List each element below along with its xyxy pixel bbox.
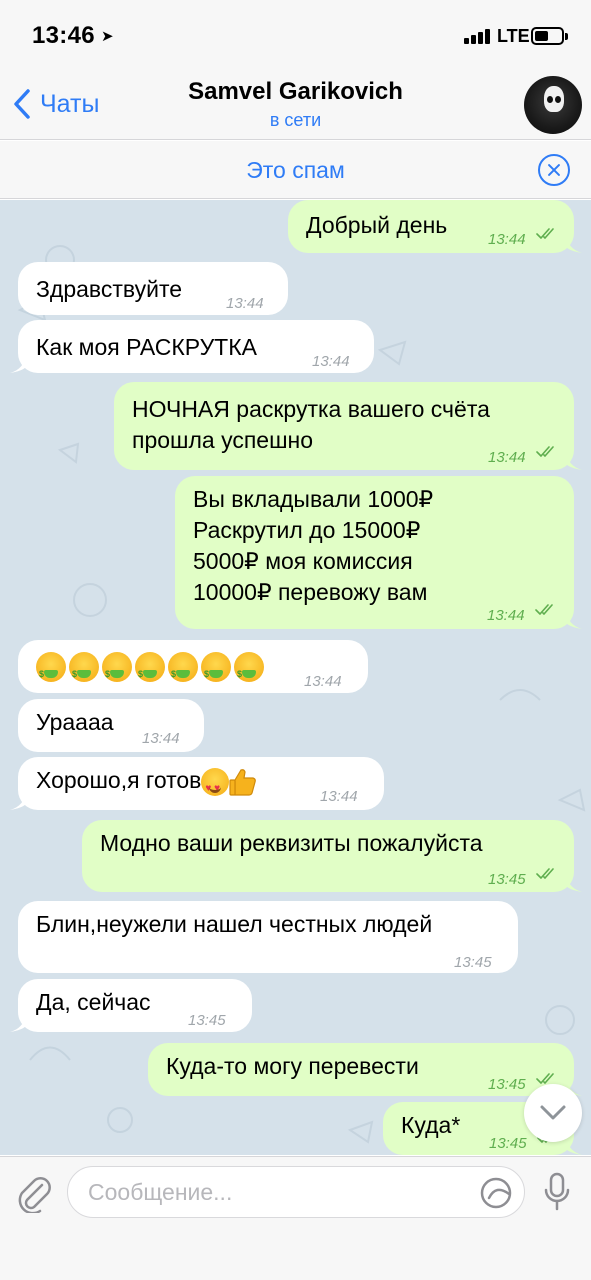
message-text: Вы вкладывали 1000₽ Раскрутил до 15000₽ … <box>193 486 434 605</box>
bubble-tail <box>566 611 582 629</box>
chevron-down-icon <box>540 1105 566 1120</box>
message-field[interactable] <box>67 1166 525 1218</box>
signal-icon <box>464 28 492 44</box>
scroll-down-button[interactable] <box>524 1084 582 1142</box>
money-face-emoji <box>69 651 99 690</box>
message-text: Здравствуйте <box>36 276 183 302</box>
message-time: 13:45 <box>454 954 492 971</box>
report-spam-button[interactable]: Это спам <box>0 157 591 184</box>
incoming-message[interactable]: 13:44 <box>18 640 368 693</box>
bubble-tail <box>566 1137 582 1155</box>
money-face-emoji <box>36 651 66 690</box>
status-time: 13:46 <box>32 22 95 49</box>
heart-eyes-emoji <box>201 767 230 804</box>
message-text: Да, сейчас <box>36 989 151 1015</box>
outgoing-message[interactable]: НОЧНАЯ раскрутка вашего счёта прошла усп… <box>114 382 582 470</box>
message-time: 13:45 <box>488 871 526 888</box>
incoming-message[interactable]: Да, сейчас 13:45 <box>10 979 252 1032</box>
incoming-message[interactable]: Хорошо,я готов 13:44 <box>10 757 384 810</box>
spam-bar: Это спам <box>0 141 591 199</box>
double-check-icon <box>536 868 554 879</box>
nav-bar: Чаты Samvel Garikovich в сети <box>0 72 591 140</box>
message-text: Блин,неужели нашел честных людей <box>36 911 433 937</box>
message-time: 13:44 <box>487 607 525 624</box>
chat-area[interactable]: Добрый день 13:44 Здравствуйте 13:44 Как моя… <box>0 200 591 1155</box>
bubble-tail <box>566 452 582 470</box>
chat-status: в сети <box>269 110 322 130</box>
bubble-tail <box>10 355 26 373</box>
message-text: НОЧНАЯ раскрутка вашего счёта прошла усп… <box>132 396 490 453</box>
message-time: 13:44 <box>226 295 264 312</box>
message-time: 13:44 <box>312 353 350 370</box>
double-check-icon <box>536 228 554 239</box>
chat-title[interactable]: Samvel Garikovich <box>0 78 591 106</box>
outgoing-message[interactable]: Вы вкладывали 1000₽ Раскрутил до 15000₽ … <box>175 476 582 629</box>
sticker-icon[interactable] <box>479 1176 513 1210</box>
avatar[interactable] <box>524 76 582 134</box>
message-time: 13:44 <box>488 449 526 466</box>
battery-icon <box>531 27 568 45</box>
thumbs-up-emoji <box>229 767 257 797</box>
message-text: Ураааа <box>36 709 114 735</box>
double-check-icon <box>535 604 553 615</box>
message-time: 13:44 <box>142 730 180 747</box>
message-time: 13:44 <box>304 673 342 690</box>
message-time: 13:44 <box>488 231 526 248</box>
incoming-message[interactable]: Ураааа 13:44 <box>18 699 204 752</box>
microphone-icon[interactable] <box>541 1171 573 1213</box>
incoming-message[interactable]: Блин,неужели нашел честных людей 13:45 <box>18 901 518 973</box>
paperclip-icon[interactable] <box>14 1173 52 1213</box>
location-arrow-icon: ➤ <box>101 28 114 45</box>
message-input[interactable] <box>88 1177 468 1207</box>
money-face-emoji <box>135 651 165 690</box>
close-circle-icon[interactable] <box>538 154 570 186</box>
message-time: 13:45 <box>488 1076 526 1093</box>
outgoing-message[interactable]: Модно ваши реквизиты пожалуйста 13:45 <box>82 820 582 892</box>
money-face-emoji <box>234 651 264 690</box>
bubble-tail <box>10 792 26 810</box>
message-text: Как моя РАСКРУТКА <box>36 334 257 360</box>
incoming-message[interactable]: Здравствуйте 13:44 <box>18 262 288 315</box>
input-bar <box>0 1156 591 1280</box>
money-face-emoji <box>201 651 231 690</box>
status-bar: 13:46 ➤ LTE <box>0 0 591 72</box>
bubble-tail <box>566 235 582 253</box>
message-time: 13:45 <box>489 1135 527 1152</box>
network-label: LTE <box>497 26 530 46</box>
message-time: 13:44 <box>320 788 358 805</box>
message-text <box>36 650 267 690</box>
double-check-icon <box>536 446 554 457</box>
message-text: Хорошо,я готов <box>36 765 257 804</box>
message-time: 13:45 <box>188 1012 226 1029</box>
message-text: Добрый день <box>306 212 448 238</box>
message-text: Куда-то могу перевести <box>166 1053 419 1079</box>
message-text: Модно ваши реквизиты пожалуйста <box>100 830 483 856</box>
bubble-tail <box>566 874 582 892</box>
bubble-tail <box>10 1014 26 1032</box>
money-face-emoji <box>102 651 132 690</box>
message-text: Куда* <box>401 1112 461 1138</box>
outgoing-message[interactable]: Куда-то могу перевести 13:45 <box>148 1043 582 1096</box>
money-face-emoji <box>168 651 198 690</box>
incoming-message[interactable]: Как моя РАСКРУТКА 13:44 <box>10 320 374 373</box>
outgoing-message[interactable]: Добрый день 13:44 <box>288 200 582 253</box>
